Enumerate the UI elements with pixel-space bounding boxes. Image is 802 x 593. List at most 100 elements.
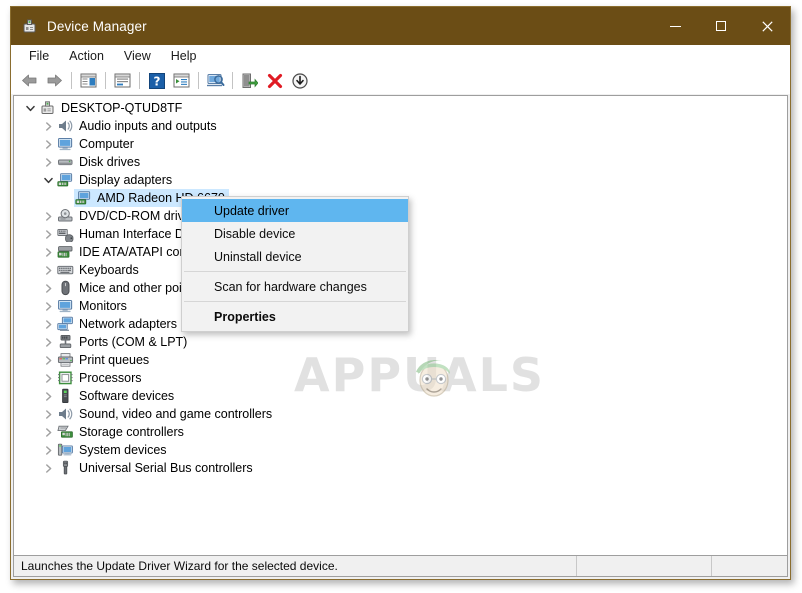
- display-adapter-icon: [57, 172, 74, 188]
- tree-item-computer[interactable]: Computer: [22, 135, 787, 153]
- storage-controller-icon: [57, 424, 74, 440]
- chevron-right-icon[interactable]: [40, 261, 57, 279]
- chevron-right-icon[interactable]: [40, 297, 57, 315]
- toolbar-separator-1: [71, 72, 72, 89]
- action-menu-icon: [173, 73, 190, 88]
- tree-item-label: Print queues: [79, 352, 149, 368]
- toolbar-separator-3: [139, 72, 140, 89]
- tree-item-sound-video-and-game-controllers[interactable]: Sound, video and game controllers: [22, 405, 787, 423]
- system-device-icon: [57, 442, 74, 458]
- disk-drive-icon: [57, 154, 74, 170]
- chevron-right-icon[interactable]: [40, 315, 57, 333]
- usb-icon: [57, 460, 74, 476]
- optical-drive-icon: [57, 208, 74, 224]
- chevron-right-icon[interactable]: [40, 117, 57, 135]
- minimize-button[interactable]: [652, 7, 698, 45]
- device-manager-window: Device Manager File Action View Help: [10, 6, 791, 580]
- tree-item-label: Computer: [79, 136, 134, 152]
- tree-item-software-devices[interactable]: Software devices: [22, 387, 787, 405]
- update-driver-button[interactable]: [237, 69, 262, 92]
- chevron-right-icon[interactable]: [40, 459, 57, 477]
- tree-item-print-queues[interactable]: Print queues: [22, 351, 787, 369]
- context-menu-separator-2: [184, 301, 406, 302]
- tree-item-label: Software devices: [79, 388, 174, 404]
- tree-item-label: Keyboards: [79, 262, 139, 278]
- context-menu-item-update-driver[interactable]: Update driver: [182, 199, 408, 222]
- tree-item-audio-inputs-and-outputs[interactable]: Audio inputs and outputs: [22, 117, 787, 135]
- scan-hardware-changes-button[interactable]: [203, 69, 228, 92]
- processor-icon: [57, 370, 74, 386]
- back-button[interactable]: [17, 69, 42, 92]
- help-button[interactable]: ?: [144, 69, 169, 92]
- monitor-icon: [57, 298, 74, 314]
- maximize-button[interactable]: [698, 7, 744, 45]
- menu-file[interactable]: File: [19, 46, 59, 67]
- chevron-right-icon[interactable]: [40, 369, 57, 387]
- tree-item-processors[interactable]: Processors: [22, 369, 787, 387]
- chevron-right-icon[interactable]: [40, 153, 57, 171]
- uninstall-device-button[interactable]: [262, 69, 287, 92]
- back-icon: [20, 73, 39, 88]
- chevron-right-icon[interactable]: [40, 423, 57, 441]
- port-icon: [57, 334, 74, 350]
- context-menu-item-disable-device[interactable]: Disable device: [182, 222, 408, 245]
- help-icon: ?: [149, 73, 165, 89]
- toolbar: ?: [11, 68, 790, 94]
- chevron-right-icon[interactable]: [40, 279, 57, 297]
- forward-button[interactable]: [42, 69, 67, 92]
- tree-item-label: Sound, video and game controllers: [79, 406, 272, 422]
- menu-bar: File Action View Help: [11, 45, 790, 68]
- menu-view[interactable]: View: [114, 46, 161, 67]
- update-driver-icon: [241, 73, 258, 89]
- minimize-icon: [670, 26, 681, 27]
- svg-text:?: ?: [153, 74, 160, 88]
- maximize-icon: [716, 21, 726, 31]
- title-bar[interactable]: Device Manager: [11, 7, 790, 45]
- status-pane-3: [712, 556, 787, 576]
- device-manager-icon: [21, 18, 38, 35]
- context-menu-item-scan-for-hardware-changes[interactable]: Scan for hardware changes: [182, 275, 408, 298]
- disable-device-button[interactable]: [287, 69, 312, 92]
- tree-item-disk-drives[interactable]: Disk drives: [22, 153, 787, 171]
- show-hide-console-tree-icon: [80, 73, 97, 88]
- close-button[interactable]: [744, 7, 790, 45]
- action-menu-button[interactable]: [169, 69, 194, 92]
- context-menu-item-uninstall-device[interactable]: Uninstall device: [182, 245, 408, 268]
- tree-item-label: Ports (COM & LPT): [79, 334, 187, 350]
- chevron-right-icon[interactable]: [40, 387, 57, 405]
- context-menu-item-properties[interactable]: Properties: [182, 305, 408, 328]
- speaker-icon: [57, 118, 74, 134]
- menu-help[interactable]: Help: [161, 46, 207, 67]
- tree-item-label: DVD/CD-ROM drives: [79, 208, 197, 224]
- chevron-right-icon[interactable]: [40, 351, 57, 369]
- toolbar-separator-4: [198, 72, 199, 89]
- chevron-down-icon[interactable]: [22, 99, 39, 117]
- tree-item-label: Audio inputs and outputs: [79, 118, 217, 134]
- chevron-right-icon[interactable]: [40, 135, 57, 153]
- scan-hardware-changes-icon: [206, 73, 225, 89]
- chevron-right-icon[interactable]: [40, 225, 57, 243]
- properties-button[interactable]: [110, 69, 135, 92]
- monitor-icon: [57, 136, 74, 152]
- chevron-right-icon[interactable]: [40, 333, 57, 351]
- tree-root-row[interactable]: DESKTOP-QTUD8TF: [22, 99, 787, 117]
- chevron-down-icon[interactable]: [40, 171, 57, 189]
- tree-item-system-devices[interactable]: System devices: [22, 441, 787, 459]
- window-controls: [652, 7, 790, 45]
- chevron-right-icon[interactable]: [40, 243, 57, 261]
- tree-item-label: Processors: [79, 370, 142, 386]
- chevron-right-icon[interactable]: [40, 207, 57, 225]
- chevron-right-icon[interactable]: [40, 405, 57, 423]
- tree-item-universal-serial-bus-controllers[interactable]: Universal Serial Bus controllers: [22, 459, 787, 477]
- tree-item-storage-controllers[interactable]: Storage controllers: [22, 423, 787, 441]
- tree-item-ports-com-and-lpt[interactable]: Ports (COM & LPT): [22, 333, 787, 351]
- chevron-right-icon[interactable]: [40, 441, 57, 459]
- uninstall-device-icon: [267, 73, 283, 89]
- menu-action[interactable]: Action: [59, 46, 114, 67]
- forward-icon: [45, 73, 64, 88]
- show-hide-console-tree-button[interactable]: [76, 69, 101, 92]
- tree-item-label: Network adapters: [79, 316, 177, 332]
- display-adapter-icon: [75, 190, 92, 206]
- tree-item-label: System devices: [79, 442, 167, 458]
- tree-item-display-adapters[interactable]: Display adapters: [22, 171, 787, 189]
